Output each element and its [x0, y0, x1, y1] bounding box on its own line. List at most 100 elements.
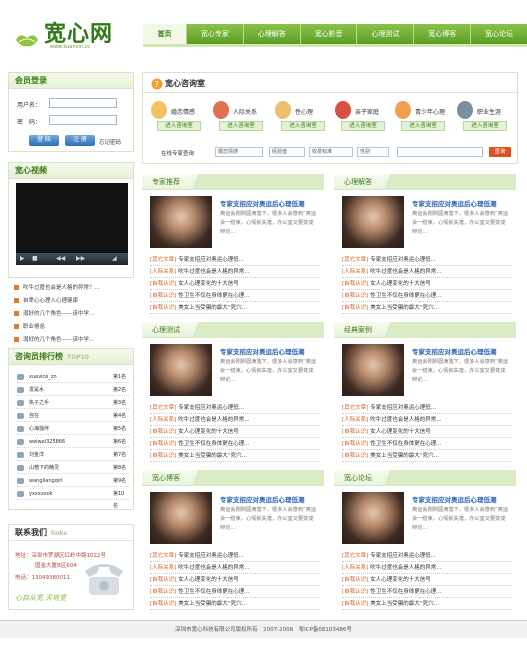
- list-item[interactable]: [自我认识] 性卫生不仅在身体更在心理...: [342, 586, 512, 598]
- panel-tab-label[interactable]: 心理解答: [344, 177, 372, 187]
- article-photo[interactable]: [150, 492, 212, 544]
- list-item[interactable]: [自我认识] 女人心理变化的十大信号: [342, 278, 512, 290]
- ranking-row[interactable]: 自在 第4名: [17, 410, 129, 422]
- article-photo[interactable]: [342, 344, 404, 396]
- article-photo[interactable]: [342, 492, 404, 544]
- nav-forum[interactable]: 宽心论坛: [471, 24, 527, 44]
- video-link[interactable]: 溺好的几个角色——该中学...: [14, 334, 134, 347]
- enter-room-button[interactable]: 进入咨询室: [281, 121, 325, 131]
- video-player[interactable]: [16, 183, 128, 253]
- panel-tab-label[interactable]: 经典案例: [344, 325, 372, 335]
- list-item[interactable]: [其它文章] 专家支招应对奥运心理低...: [150, 550, 320, 562]
- ranking-row[interactable]: 发是水 第2名: [17, 384, 129, 396]
- enter-room-button[interactable]: 进入咨询室: [157, 121, 201, 131]
- category-sexuality[interactable]: 性心理 进入咨询室: [271, 101, 329, 137]
- video-link[interactable]: 溺好的几个角色——该中学...: [14, 308, 134, 321]
- prev-icon[interactable]: ◀◀: [56, 255, 65, 262]
- list-item[interactable]: [自我认识] 性卫生不仅在身体更在心理...: [150, 290, 320, 302]
- password-input[interactable]: [49, 115, 117, 125]
- enter-room-button[interactable]: 进入咨询室: [219, 121, 263, 131]
- ranking-row[interactable]: 执子之手 第3名: [17, 397, 129, 409]
- category-family[interactable]: 亲子家庭 进入咨询室: [331, 101, 389, 137]
- enter-room-button[interactable]: 进入咨询室: [463, 121, 507, 131]
- category-marriage[interactable]: 婚恋情感 进入咨询室: [147, 101, 205, 137]
- nav-experts[interactable]: 宽心专家: [187, 24, 244, 44]
- list-item[interactable]: [自我认识] 性卫生不仅在身体更在心理...: [342, 290, 512, 302]
- username-input[interactable]: [49, 98, 117, 108]
- list-item[interactable]: [其它文章] 专家支招应对奥运心理低...: [342, 550, 512, 562]
- list-item[interactable]: [人际关系] 吹牛过度也会是人格的异常...: [150, 266, 320, 278]
- list-item[interactable]: [自我认识] 美女上当受骗的最大“死穴...: [150, 598, 320, 610]
- panel-tab-label[interactable]: 宽心博客: [152, 473, 180, 483]
- enter-room-button[interactable]: 进入咨询室: [401, 121, 445, 131]
- ranking-row[interactable]: xuevice_zn 第1名: [17, 371, 129, 383]
- experience-select[interactable]: 经验值: [269, 147, 305, 157]
- list-item[interactable]: [自我认识] 性卫生不仅在身体更在心理...: [342, 438, 512, 450]
- list-item[interactable]: [人际关系] 吹牛过度也会是人格的异常...: [342, 266, 512, 278]
- article-title[interactable]: 专家支招应对奥运后心理低潮: [220, 198, 305, 208]
- list-item[interactable]: [自我认识] 女人心理变化的十大信号: [150, 574, 320, 586]
- search-input[interactable]: [397, 147, 483, 157]
- login-button[interactable]: 登 陆: [29, 135, 59, 146]
- article-title[interactable]: 专家支招应对奥运后心理低潮: [220, 494, 305, 504]
- list-item[interactable]: [自我认识] 性卫生不仅在身体更在心理...: [150, 586, 320, 598]
- site-logo[interactable]: 宽心网 www.kuanxin.cc: [14, 14, 134, 54]
- play-icon[interactable]: ▶: [20, 255, 25, 262]
- list-item[interactable]: [自我认识] 女人心理变化的十大信号: [342, 426, 512, 438]
- category-select[interactable]: 婚恋情感: [215, 147, 263, 157]
- video-link[interactable]: 吹牛过度也会是人格的异常？...: [14, 282, 134, 295]
- gender-select[interactable]: 性别: [357, 147, 389, 157]
- list-item[interactable]: [其它文章] 专家支招应对奥运心理低...: [150, 254, 320, 266]
- nav-answers[interactable]: 心理解答: [244, 24, 301, 44]
- article-photo[interactable]: [150, 344, 212, 396]
- category-relationships[interactable]: 人际关系 进入咨询室: [209, 101, 267, 137]
- ranking-row[interactable]: yxxxxxok 第10名: [17, 488, 129, 509]
- search-button[interactable]: 查询: [489, 147, 511, 157]
- list-item[interactable]: [自我认识] 女人心理变化的十大信号: [342, 574, 512, 586]
- category-career[interactable]: 职业生涯 进入咨询室: [453, 101, 511, 137]
- list-item[interactable]: [自我认识] 女人心理变化的十大信号: [150, 278, 320, 290]
- list-item[interactable]: [自我认识] 女人心理变化的十大信号: [150, 426, 320, 438]
- volume-icon[interactable]: ◢: [112, 255, 117, 262]
- list-item[interactable]: [人际关系] 吹牛过度也会是人格的异常...: [342, 414, 512, 426]
- ranking-row[interactable]: 山楂下的精灵 第8名: [17, 462, 129, 474]
- list-item[interactable]: [人际关系] 吹牛过度也会是人格的异常...: [150, 414, 320, 426]
- nav-tests[interactable]: 心理测试: [357, 24, 415, 44]
- list-item[interactable]: [人际关系] 吹牛过度也会是人格的异常...: [150, 562, 320, 574]
- nav-media[interactable]: 宽心影音: [301, 24, 358, 44]
- list-item[interactable]: [自我认识] 美女上当受骗的最大“死穴...: [150, 302, 320, 314]
- article-photo[interactable]: [150, 196, 212, 248]
- ranking-row[interactable]: weiwei325866 第6名: [17, 436, 129, 448]
- list-item[interactable]: [其它文章] 专家支招应对奥运心理低...: [150, 402, 320, 414]
- ranking-row[interactable]: wangliangqirl 第9名: [17, 475, 129, 487]
- category-teens[interactable]: 青少年心理 进入咨询室: [391, 101, 449, 137]
- list-item[interactable]: [其它文章] 专家支招应对奥运心理低...: [342, 402, 512, 414]
- article-photo[interactable]: [342, 196, 404, 248]
- video-link[interactable]: 职业倦怠: [14, 321, 134, 334]
- article-title[interactable]: 专家支招应对奥运后心理低潮: [412, 198, 497, 208]
- video-link[interactable]: 自卑心心理入心理健康: [14, 295, 134, 308]
- fee-select[interactable]: 收费标准: [309, 147, 353, 157]
- list-item[interactable]: [自我认识] 美女上当受骗的最大“死穴...: [150, 450, 320, 462]
- list-item[interactable]: [自我认识] 性卫生不仅在身体更在心理...: [150, 438, 320, 450]
- list-item[interactable]: [自我认识] 美女上当受骗的最大“死穴...: [342, 450, 512, 462]
- article-title[interactable]: 专家支招应对奥运后心理低潮: [412, 494, 497, 504]
- forgot-password-link[interactable]: 忘记密码: [99, 138, 121, 146]
- ranking-row[interactable]: 刘金洋 第7名: [17, 449, 129, 461]
- nav-blog[interactable]: 宽心博客: [414, 24, 472, 44]
- list-item[interactable]: [其它文章] 专家支招应对奥运心理低...: [342, 254, 512, 266]
- panel-tab-label[interactable]: 专家推荐: [152, 177, 180, 187]
- article-title[interactable]: 专家支招应对奥运后心理低潮: [220, 346, 305, 356]
- register-button[interactable]: 注 册: [65, 135, 95, 146]
- list-item[interactable]: [自我认识] 美女上当受骗的最大“死穴...: [342, 302, 512, 314]
- nav-home[interactable]: 首页: [143, 24, 187, 44]
- article-title[interactable]: 专家支招应对奥运后心理低潮: [412, 346, 497, 356]
- ranking-row[interactable]: 心海独伴 第5名: [17, 423, 129, 435]
- panel-tab-label[interactable]: 宽心论坛: [344, 473, 372, 483]
- enter-room-button[interactable]: 进入咨询室: [341, 121, 385, 131]
- next-icon[interactable]: ▶▶: [76, 255, 85, 262]
- stop-icon[interactable]: ■: [32, 255, 38, 262]
- panel-tab-label[interactable]: 心理测试: [152, 325, 180, 335]
- list-item[interactable]: [自我认识] 美女上当受骗的最大“死穴...: [342, 598, 512, 610]
- list-item[interactable]: [人际关系] 吹牛过度也会是人格的异常...: [342, 562, 512, 574]
